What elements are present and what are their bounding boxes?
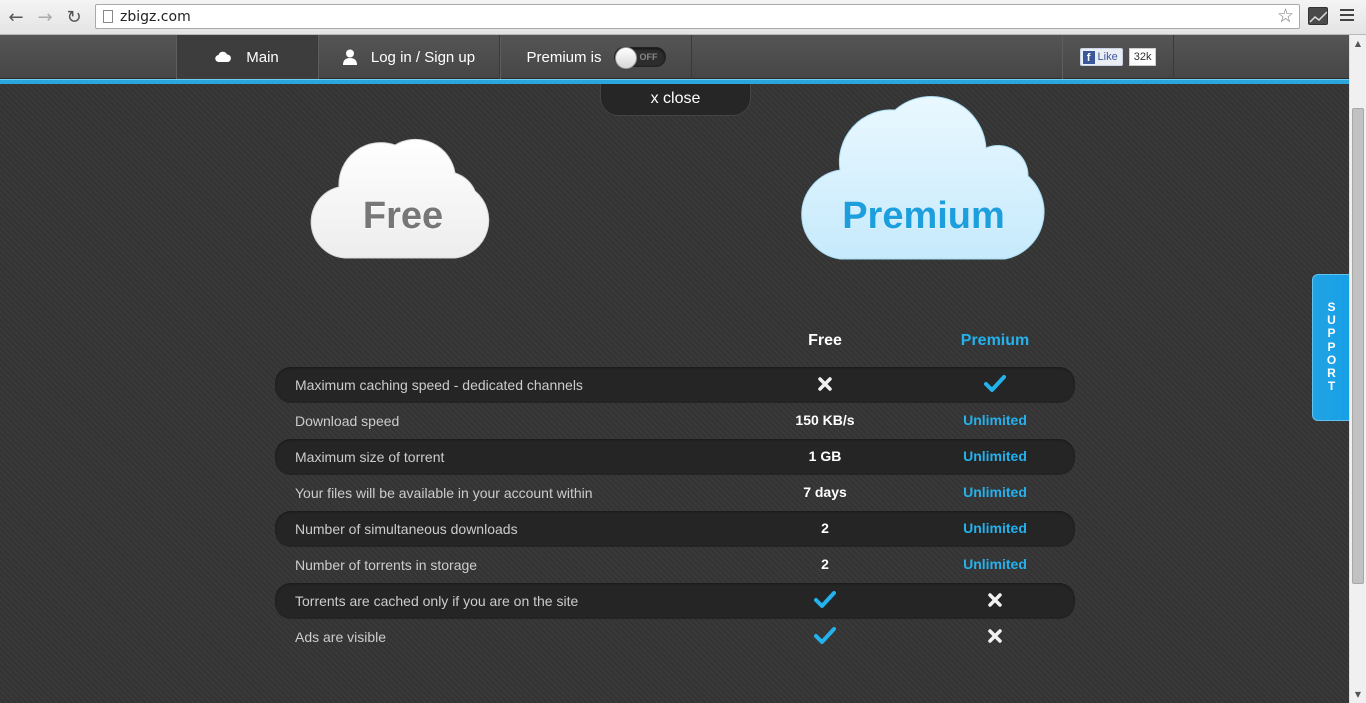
nav-item-main[interactable]: Main: [176, 35, 318, 79]
premium-value: Unlimited: [963, 448, 1027, 464]
feature-label: Download speed: [295, 413, 400, 429]
table-row: Number of torrents in storage 2 Unlimited: [275, 547, 1075, 583]
feature-label: Torrents are cached only if you are on t…: [295, 593, 579, 609]
table-row: Download speed 150 KB/s Unlimited: [275, 403, 1075, 439]
facebook-like-count: 32k: [1128, 48, 1157, 66]
reload-icon[interactable]: ↻: [63, 6, 85, 28]
cross-icon: [755, 376, 895, 392]
premium-value: Unlimited: [963, 484, 1027, 500]
table-row: Maximum size of torrent 1 GB Unlimited: [275, 439, 1075, 475]
toggle-state: OFF: [639, 52, 658, 62]
support-tab[interactable]: SUPPORT: [1312, 274, 1349, 421]
column-header-free: Free: [808, 332, 842, 349]
address-url[interactable]: zbigz.com: [120, 9, 191, 25]
nav-main-label: Main: [246, 48, 279, 66]
scrollbar[interactable]: ▲ ▼: [1349, 35, 1366, 703]
premium-toggle[interactable]: OFF: [613, 47, 666, 69]
feature-label: Number of simultaneous downloads: [295, 521, 518, 537]
premium-value: Unlimited: [963, 520, 1027, 536]
check-icon: [755, 626, 895, 646]
premium-toggle-label: Premium is: [526, 48, 602, 66]
premium-value: Unlimited: [963, 556, 1027, 572]
free-value: 2: [821, 520, 829, 536]
nav-item-login[interactable]: Log in / Sign up: [318, 35, 500, 79]
feature-label: Your files will be available in your acc…: [295, 485, 593, 501]
support-letter: P: [1327, 326, 1336, 341]
back-icon[interactable]: ←: [5, 6, 27, 28]
scrollbar-thumb[interactable]: [1352, 108, 1364, 584]
facebook-like-area: f Like 32k: [1062, 35, 1174, 79]
extension-icon[interactable]: [1308, 7, 1328, 25]
feature-label: Maximum caching speed - dedicated channe…: [295, 377, 583, 393]
page: Main Log in / Sign up Premium is OFF f L…: [0, 35, 1349, 703]
feature-label: Number of torrents in storage: [295, 557, 478, 573]
bookmark-star-icon[interactable]: ☆: [1277, 5, 1294, 27]
toggle-knob[interactable]: [614, 47, 637, 69]
premium-cloud-label: Premium: [842, 195, 1005, 237]
address-bar[interactable]: zbigz.com ☆: [95, 4, 1300, 29]
cloud-icon: [215, 51, 232, 63]
free-value: 150 KB/s: [795, 412, 855, 428]
facebook-like-button[interactable]: f Like: [1079, 48, 1123, 66]
table-row: Ads are visible: [275, 619, 1075, 655]
table-row: Torrents are cached only if you are on t…: [275, 583, 1075, 619]
comparison-table: Maximum caching speed - dedicated channe…: [275, 367, 1075, 655]
cross-icon: [925, 592, 1065, 608]
scroll-down-icon[interactable]: ▼: [1350, 686, 1366, 703]
close-button[interactable]: x close: [600, 84, 751, 116]
support-letter: T: [1327, 379, 1336, 394]
user-icon: [342, 49, 357, 65]
browser-menu-icon[interactable]: [1340, 9, 1354, 24]
premium-value: Unlimited: [963, 412, 1027, 428]
nav-login-label: Log in / Sign up: [370, 48, 476, 66]
feature-label: Ads are visible: [295, 629, 387, 645]
free-value: 2: [821, 556, 829, 572]
table-row: Number of simultaneous downloads 2 Unlimit…: [275, 511, 1075, 547]
support-letter: P: [1327, 339, 1336, 354]
scroll-up-icon[interactable]: ▲: [1350, 35, 1366, 52]
check-icon: [755, 590, 895, 610]
site-header: Main Log in / Sign up Premium is OFF f L…: [0, 35, 1349, 79]
forward-icon[interactable]: →: [34, 6, 56, 28]
cross-icon: [925, 628, 1065, 644]
column-header-premium: Premium: [960, 332, 1030, 349]
nav-item-premium: Premium is OFF: [500, 35, 692, 79]
browser-toolbar: ← → ↻ zbigz.com ☆: [0, 0, 1366, 35]
free-value: 1 GB: [808, 448, 842, 464]
page-icon: [103, 10, 113, 23]
facebook-icon: f: [1082, 50, 1095, 64]
premium-cloud-icon: [801, 96, 1045, 260]
free-value: 7 days: [803, 484, 847, 500]
feature-label: Maximum size of torrent: [295, 449, 445, 465]
check-icon: [925, 374, 1065, 394]
free-cloud-label: Free: [362, 195, 444, 237]
table-row: Your files will be available in your acc…: [275, 475, 1075, 511]
table-row: Maximum caching speed - dedicated channe…: [275, 367, 1075, 403]
facebook-like-label: Like: [1097, 51, 1118, 63]
